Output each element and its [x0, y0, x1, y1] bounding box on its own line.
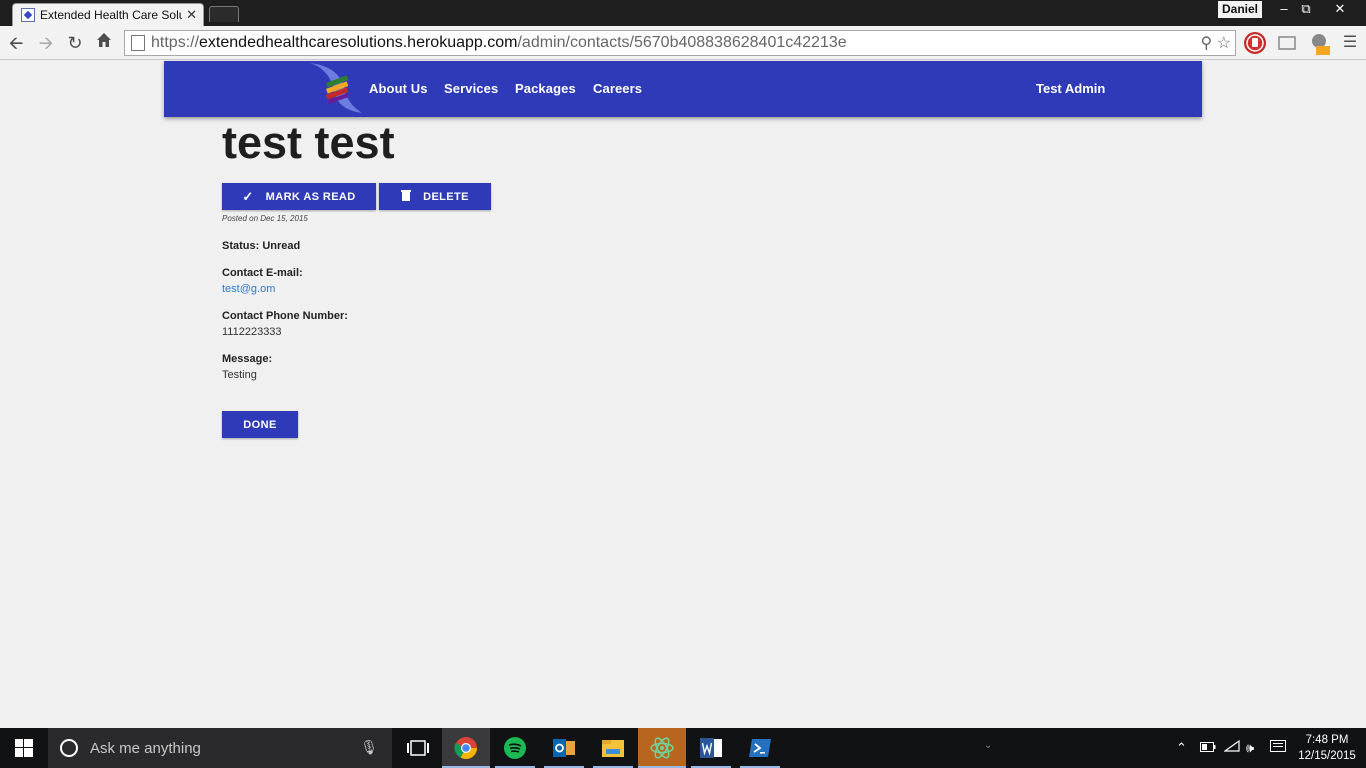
email-link[interactable]: test@g.om — [222, 283, 275, 295]
window-close-icon[interactable]: ✕ — [1326, 0, 1354, 18]
omnibox-actions: ⚲ ☆ — [1200, 33, 1231, 53]
phone-label: Contact Phone Number: — [222, 310, 348, 322]
extension-off-icon[interactable] — [1308, 32, 1330, 55]
nav-careers[interactable]: Careers — [593, 81, 642, 96]
search-placeholder: Ask me anything — [90, 739, 201, 757]
windows-icon[interactable] — [0, 728, 48, 768]
atom-icon[interactable] — [638, 728, 686, 768]
menu-icon[interactable]: ☰ — [1338, 31, 1362, 55]
task-view-icon[interactable] — [394, 728, 442, 768]
tab-title: Extended Health Care Solu — [40, 8, 183, 22]
word-icon[interactable] — [687, 728, 735, 768]
message-label: Message: — [222, 353, 273, 365]
taskbar-scroll-icon[interactable]: ⌄ — [984, 740, 992, 751]
reload-icon[interactable]: ↻ — [63, 31, 87, 55]
spotify-icon[interactable] — [491, 728, 539, 768]
wifi-icon[interactable] — [1223, 739, 1240, 755]
address-bar[interactable]: https://extendedhealthcaresolutions.hero… — [124, 30, 1236, 56]
browser-titlebar: Extended Health Care Solu ✕ Daniel – ⧉ ✕ — [0, 0, 1366, 26]
profile-button[interactable]: Daniel — [1218, 1, 1262, 18]
powershell-icon[interactable] — [736, 728, 784, 768]
tab-close-icon[interactable]: ✕ — [186, 7, 197, 23]
status-text: Status: Unread — [222, 240, 301, 252]
clock-date: 12/15/2015 — [1298, 750, 1356, 762]
taskbar-clock[interactable]: 7:48 PM 12/15/2015 — [1294, 732, 1360, 764]
tray-chevron-icon[interactable]: ⌃ — [1176, 740, 1187, 756]
chrome-icon[interactable] — [442, 728, 490, 768]
cortana-icon — [60, 739, 78, 757]
page-title: test test — [222, 117, 395, 168]
zoom-icon[interactable]: ⚲ — [1200, 35, 1212, 52]
outlook-icon[interactable] — [540, 728, 588, 768]
notifications-icon[interactable] — [1270, 740, 1286, 757]
site-logo[interactable] — [306, 61, 366, 115]
site-navbar: About Us Services Packages Careers Test … — [164, 61, 1202, 117]
battery-icon[interactable] — [1200, 740, 1216, 755]
delete-button[interactable]: DELETE — [379, 183, 491, 210]
done-button[interactable]: DONE — [222, 411, 298, 438]
taskbar: Ask me anything 🎙 ⌄ ⌃ 🕪 7:48 PM 12/15/20… — [0, 728, 1366, 768]
clock-time: 7:48 PM — [1305, 734, 1349, 746]
mark-as-read-button[interactable]: ✓ MARK AS READ — [222, 183, 376, 210]
favicon-icon — [21, 8, 35, 22]
nav-about-us[interactable]: About Us — [369, 81, 428, 96]
page-icon — [131, 35, 145, 51]
posted-date: Posted on Dec 15, 2015 — [222, 214, 308, 223]
email-label: Contact E-mail: — [222, 267, 303, 279]
phone-value: 1112223333 — [222, 326, 282, 338]
admin-user-link[interactable]: Test Admin — [1036, 81, 1105, 96]
browser-toolbar: 🡨 🡪 ↻ https://extendedhealthcaresolution… — [0, 26, 1366, 60]
new-tab-button[interactable] — [209, 6, 239, 22]
home-icon[interactable] — [92, 31, 116, 55]
star-icon[interactable]: ☆ — [1217, 35, 1231, 52]
browser-tab[interactable]: Extended Health Care Solu ✕ — [12, 3, 204, 26]
restore-icon[interactable]: ⧉ — [1292, 0, 1320, 18]
message-value: Testing — [222, 369, 257, 381]
cast-icon[interactable] — [1276, 32, 1298, 54]
url-text: https://extendedhealthcaresolutions.hero… — [151, 34, 847, 51]
volume-icon[interactable]: 🕪 — [1246, 740, 1254, 756]
file-explorer-icon[interactable] — [589, 728, 637, 768]
adblock-icon[interactable] — [1244, 32, 1266, 54]
check-icon: ✓ — [242, 188, 254, 204]
cortana-search-box[interactable]: Ask me anything 🎙 — [48, 728, 392, 768]
nav-packages[interactable]: Packages — [515, 81, 576, 96]
mic-icon[interactable]: 🎙 — [360, 739, 378, 756]
back-icon[interactable]: 🡨 — [4, 31, 28, 55]
forward-icon[interactable]: 🡪 — [34, 31, 58, 55]
nav-services[interactable]: Services — [444, 81, 498, 96]
trash-icon — [401, 189, 412, 204]
